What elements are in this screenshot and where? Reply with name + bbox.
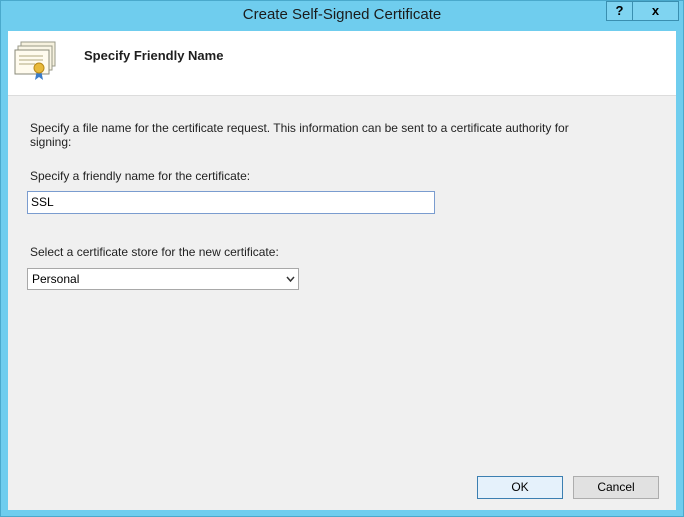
wizard-header: Specify Friendly Name xyxy=(8,31,676,96)
help-button[interactable]: ? xyxy=(606,1,633,21)
description-text: Specify a file name for the certificate … xyxy=(30,121,569,149)
title-bar[interactable]: Create Self-Signed Certificate ? x xyxy=(1,1,683,31)
certificate-store-select[interactable]: Personal xyxy=(27,268,299,290)
dialog-client-area: Specify Friendly Name Specify a file nam… xyxy=(8,31,676,510)
friendly-name-input[interactable]: SSL xyxy=(27,191,435,214)
certificate-store-value: Personal xyxy=(32,272,80,286)
certificate-icon xyxy=(14,41,56,80)
close-button[interactable]: x xyxy=(632,1,679,21)
window-title: Create Self-Signed Certificate xyxy=(242,6,442,23)
friendly-name-label: Specify a friendly name for the certific… xyxy=(30,169,251,183)
chevron-down-icon[interactable] xyxy=(286,275,295,283)
dialog-window: Create Self-Signed Certificate ? x Speci… xyxy=(0,0,684,517)
header-title: Specify Friendly Name xyxy=(84,48,224,63)
certificate-store-label: Select a certificate store for the new c… xyxy=(30,245,279,259)
ok-button[interactable]: OK xyxy=(477,476,563,499)
cancel-button[interactable]: Cancel xyxy=(573,476,659,499)
